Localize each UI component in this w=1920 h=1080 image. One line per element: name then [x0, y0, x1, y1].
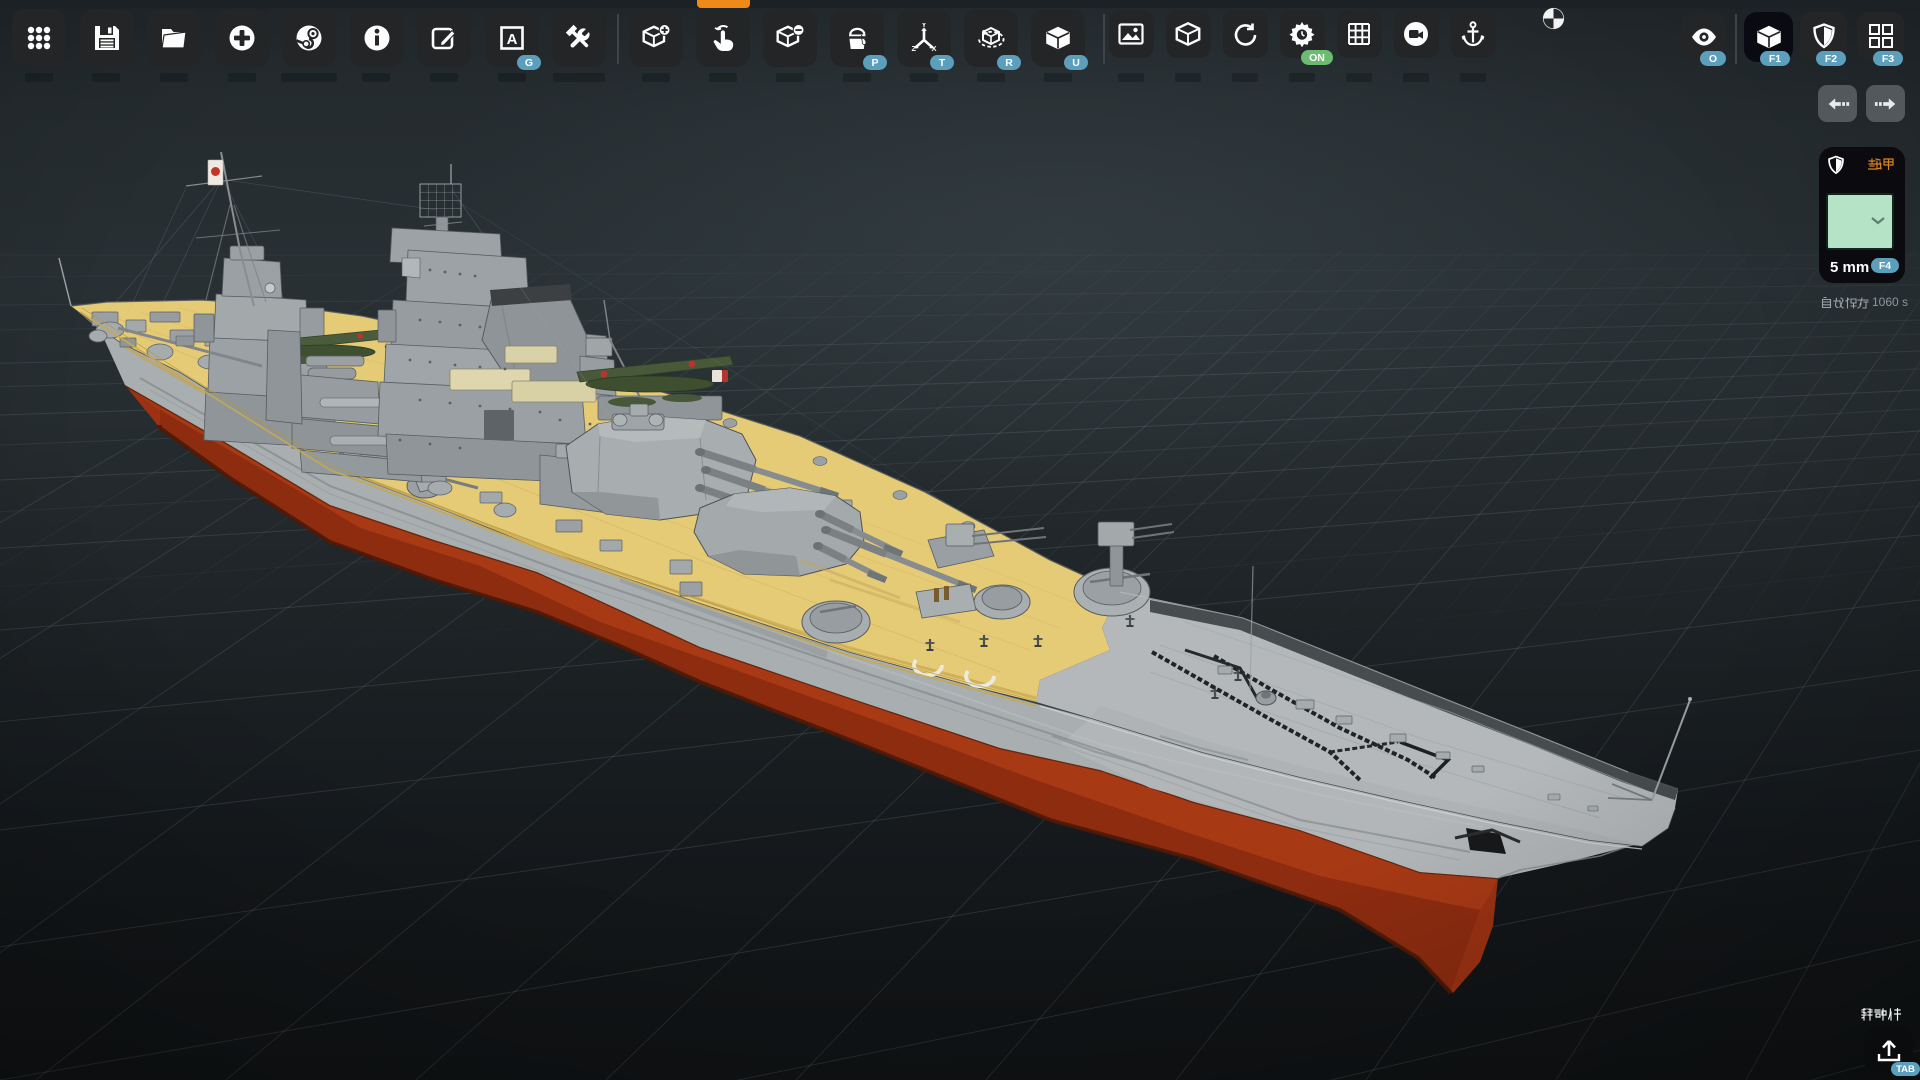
- svg-text:X: X: [932, 44, 937, 53]
- svg-text:Z: Z: [912, 44, 917, 53]
- svg-text:Y: Y: [921, 23, 926, 29]
- svg-text:A: A: [506, 31, 517, 48]
